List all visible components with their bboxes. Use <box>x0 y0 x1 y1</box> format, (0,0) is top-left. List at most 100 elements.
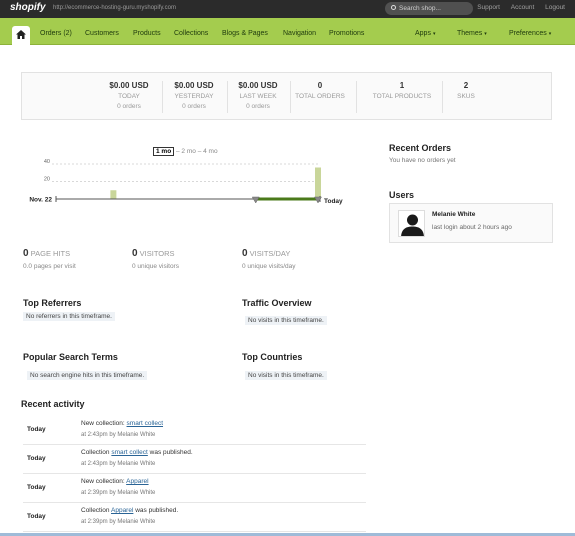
stat-last-week: $0.00 USD LAST WEEK 0 orders <box>227 81 289 110</box>
activity-row: Today New collection: Apparel at 2:39pm … <box>23 474 366 503</box>
traffic-overview-note: No visits in this timeframe. <box>245 316 327 325</box>
top-referrers-note: No referrers in this timeframe. <box>23 312 115 321</box>
stat-yesterday: $0.00 USD YESTERDAY 0 orders <box>163 81 225 110</box>
user-name[interactable]: Melanie White <box>432 211 475 218</box>
stat-value: 1 <box>399 81 405 90</box>
timeframe-1mo[interactable]: 1 mo <box>153 147 175 156</box>
chart-bar <box>315 167 321 199</box>
chevron-down-icon: ▾ <box>484 31 487 37</box>
activity-pre: Collection <box>81 449 112 456</box>
activity-date: Today <box>27 513 46 520</box>
activity-date: Today <box>27 426 46 433</box>
nav-preferences-label: Preferences <box>509 30 547 37</box>
nav-themes[interactable]: Themes ▾ <box>457 30 487 37</box>
activity-date: Today <box>27 484 46 491</box>
nav-blogs-pages[interactable]: Blogs & Pages <box>222 30 268 37</box>
main-nav: Orders (2) Customers Products Collection… <box>0 18 575 45</box>
x-end-label: Today <box>324 198 343 205</box>
activity-meta: at 2:39pm by Melanie White <box>81 519 156 525</box>
shopify-logo[interactable]: shopify <box>10 2 46 13</box>
stat-label: LAST WEEK <box>239 93 277 100</box>
nav-products[interactable]: Products <box>133 30 161 37</box>
nav-themes-label: Themes <box>457 30 483 37</box>
stat-label: TOTAL ORDERS <box>295 93 345 100</box>
search-input[interactable]: Search shop... <box>385 2 473 15</box>
recent-orders-note: You have no orders yet <box>389 157 456 164</box>
top-links: Support Account Logout <box>468 4 565 11</box>
visits-per-day-label: VISITS/DAY <box>249 249 291 258</box>
timeframe-sep: – <box>175 148 180 155</box>
timeframe-sep: – <box>197 148 202 155</box>
avatar <box>398 210 425 237</box>
stat-label: TODAY <box>118 93 140 100</box>
nav-apps[interactable]: Apps ▾ <box>415 30 435 37</box>
stat-today: $0.00 USD TODAY 0 orders <box>98 81 160 110</box>
stat-label: SKUS <box>457 93 475 100</box>
collection-link[interactable]: Apparel <box>111 507 133 514</box>
visitors-stat: 0 VISITORS 0 unique visitors <box>132 248 179 270</box>
collection-link[interactable]: Apparel <box>126 478 148 485</box>
stat-total-products: 1 TOTAL PRODUCTS <box>370 81 434 100</box>
nav-promotions[interactable]: Promotions <box>329 30 364 37</box>
visitors-value: 0 <box>132 248 138 259</box>
popular-search-note: No search engine hits in this timeframe. <box>27 371 148 380</box>
support-link[interactable]: Support <box>477 4 500 11</box>
shop-url[interactable]: http://ecommerce-hosting-guru.myshopify.… <box>53 5 176 11</box>
collection-link[interactable]: smart collect <box>111 449 147 456</box>
timeframe-selector: 1 mo – 2 mo – 4 mo <box>153 147 218 156</box>
stat-value: $0.00 USD <box>109 81 149 90</box>
stat-sub: 0 orders <box>117 103 141 110</box>
visits-per-day-sub: 0 unique visits/day <box>242 263 296 270</box>
activity-pre: Collection <box>81 507 111 514</box>
activity-text: Collection smart collect was published. <box>81 449 193 456</box>
traffic-chart: 20 40 Nov. 22 Today <box>29 159 343 205</box>
nav-customers[interactable]: Customers <box>85 30 119 37</box>
chevron-down-icon: ▾ <box>432 31 436 37</box>
user-silhouette-icon <box>401 214 424 236</box>
nav-orders[interactable]: Orders (2) <box>40 30 72 37</box>
stat-value: 2 <box>463 81 469 90</box>
timeframe-4mo[interactable]: 4 mo <box>203 148 217 155</box>
chevron-down-icon: ▾ <box>548 31 552 37</box>
visitors-sub: 0 unique visitors <box>132 263 179 270</box>
logout-link[interactable]: Logout <box>545 4 565 11</box>
home-icon <box>16 30 26 39</box>
activity-row: Today New collection: smart collect at 2… <box>23 416 366 445</box>
activity-pre: New collection: <box>81 420 127 427</box>
user-card[interactable]: Melanie White last login about 2 hours a… <box>389 203 553 243</box>
stat-label: TOTAL PRODUCTS <box>372 93 432 100</box>
page-hits-label: PAGE HITS <box>30 249 71 258</box>
top-bar: shopify http://ecommerce-hosting-guru.my… <box>0 0 575 18</box>
visits-per-day-stat: 0 VISITS/DAY 0 unique visits/day <box>242 248 295 270</box>
page-hits-stat: 0 PAGE HITS 0.0 pages per visit <box>23 248 76 270</box>
recent-orders-heading: Recent Orders <box>389 143 452 153</box>
top-countries-note: No visits in this timeframe. <box>245 371 327 380</box>
stat-total-orders: 0 TOTAL ORDERS <box>289 81 351 100</box>
activity-pre: New collection: <box>81 478 127 485</box>
visitors-label: VISITORS <box>139 249 175 258</box>
activity-meta: at 2:39pm by Melanie White <box>81 490 156 496</box>
search-icon <box>391 5 396 11</box>
top-referrers-heading: Top Referrers <box>23 298 82 308</box>
search-placeholder: Search shop... <box>399 5 441 12</box>
activity-row: Today Collection smart collect was publi… <box>23 445 366 474</box>
stat-value: $0.00 USD <box>174 81 214 90</box>
activity-row: Today Collection Apparel was published. … <box>23 503 366 532</box>
nav-navigation[interactable]: Navigation <box>283 30 316 37</box>
chart-bar <box>110 190 117 199</box>
recent-activity-heading: Recent activity <box>21 399 85 409</box>
x-start-label: Nov. 22 <box>29 197 52 204</box>
stat-value: $0.00 USD <box>238 81 278 90</box>
home-tab[interactable] <box>12 26 30 45</box>
stat-skus: 2 SKUS <box>435 81 497 100</box>
activity-post: was published. <box>133 507 179 514</box>
account-link[interactable]: Account <box>511 4 535 11</box>
visits-per-day-value: 0 <box>242 248 248 259</box>
nav-preferences[interactable]: Preferences ▾ <box>509 30 551 37</box>
divider <box>356 81 357 113</box>
nav-collections[interactable]: Collections <box>174 30 208 37</box>
collection-link[interactable]: smart collect <box>127 420 163 427</box>
timeframe-2mo[interactable]: 2 mo <box>181 148 195 155</box>
stat-sub: 0 orders <box>182 103 206 110</box>
activity-meta: at 2:43pm by Melanie White <box>81 432 156 438</box>
